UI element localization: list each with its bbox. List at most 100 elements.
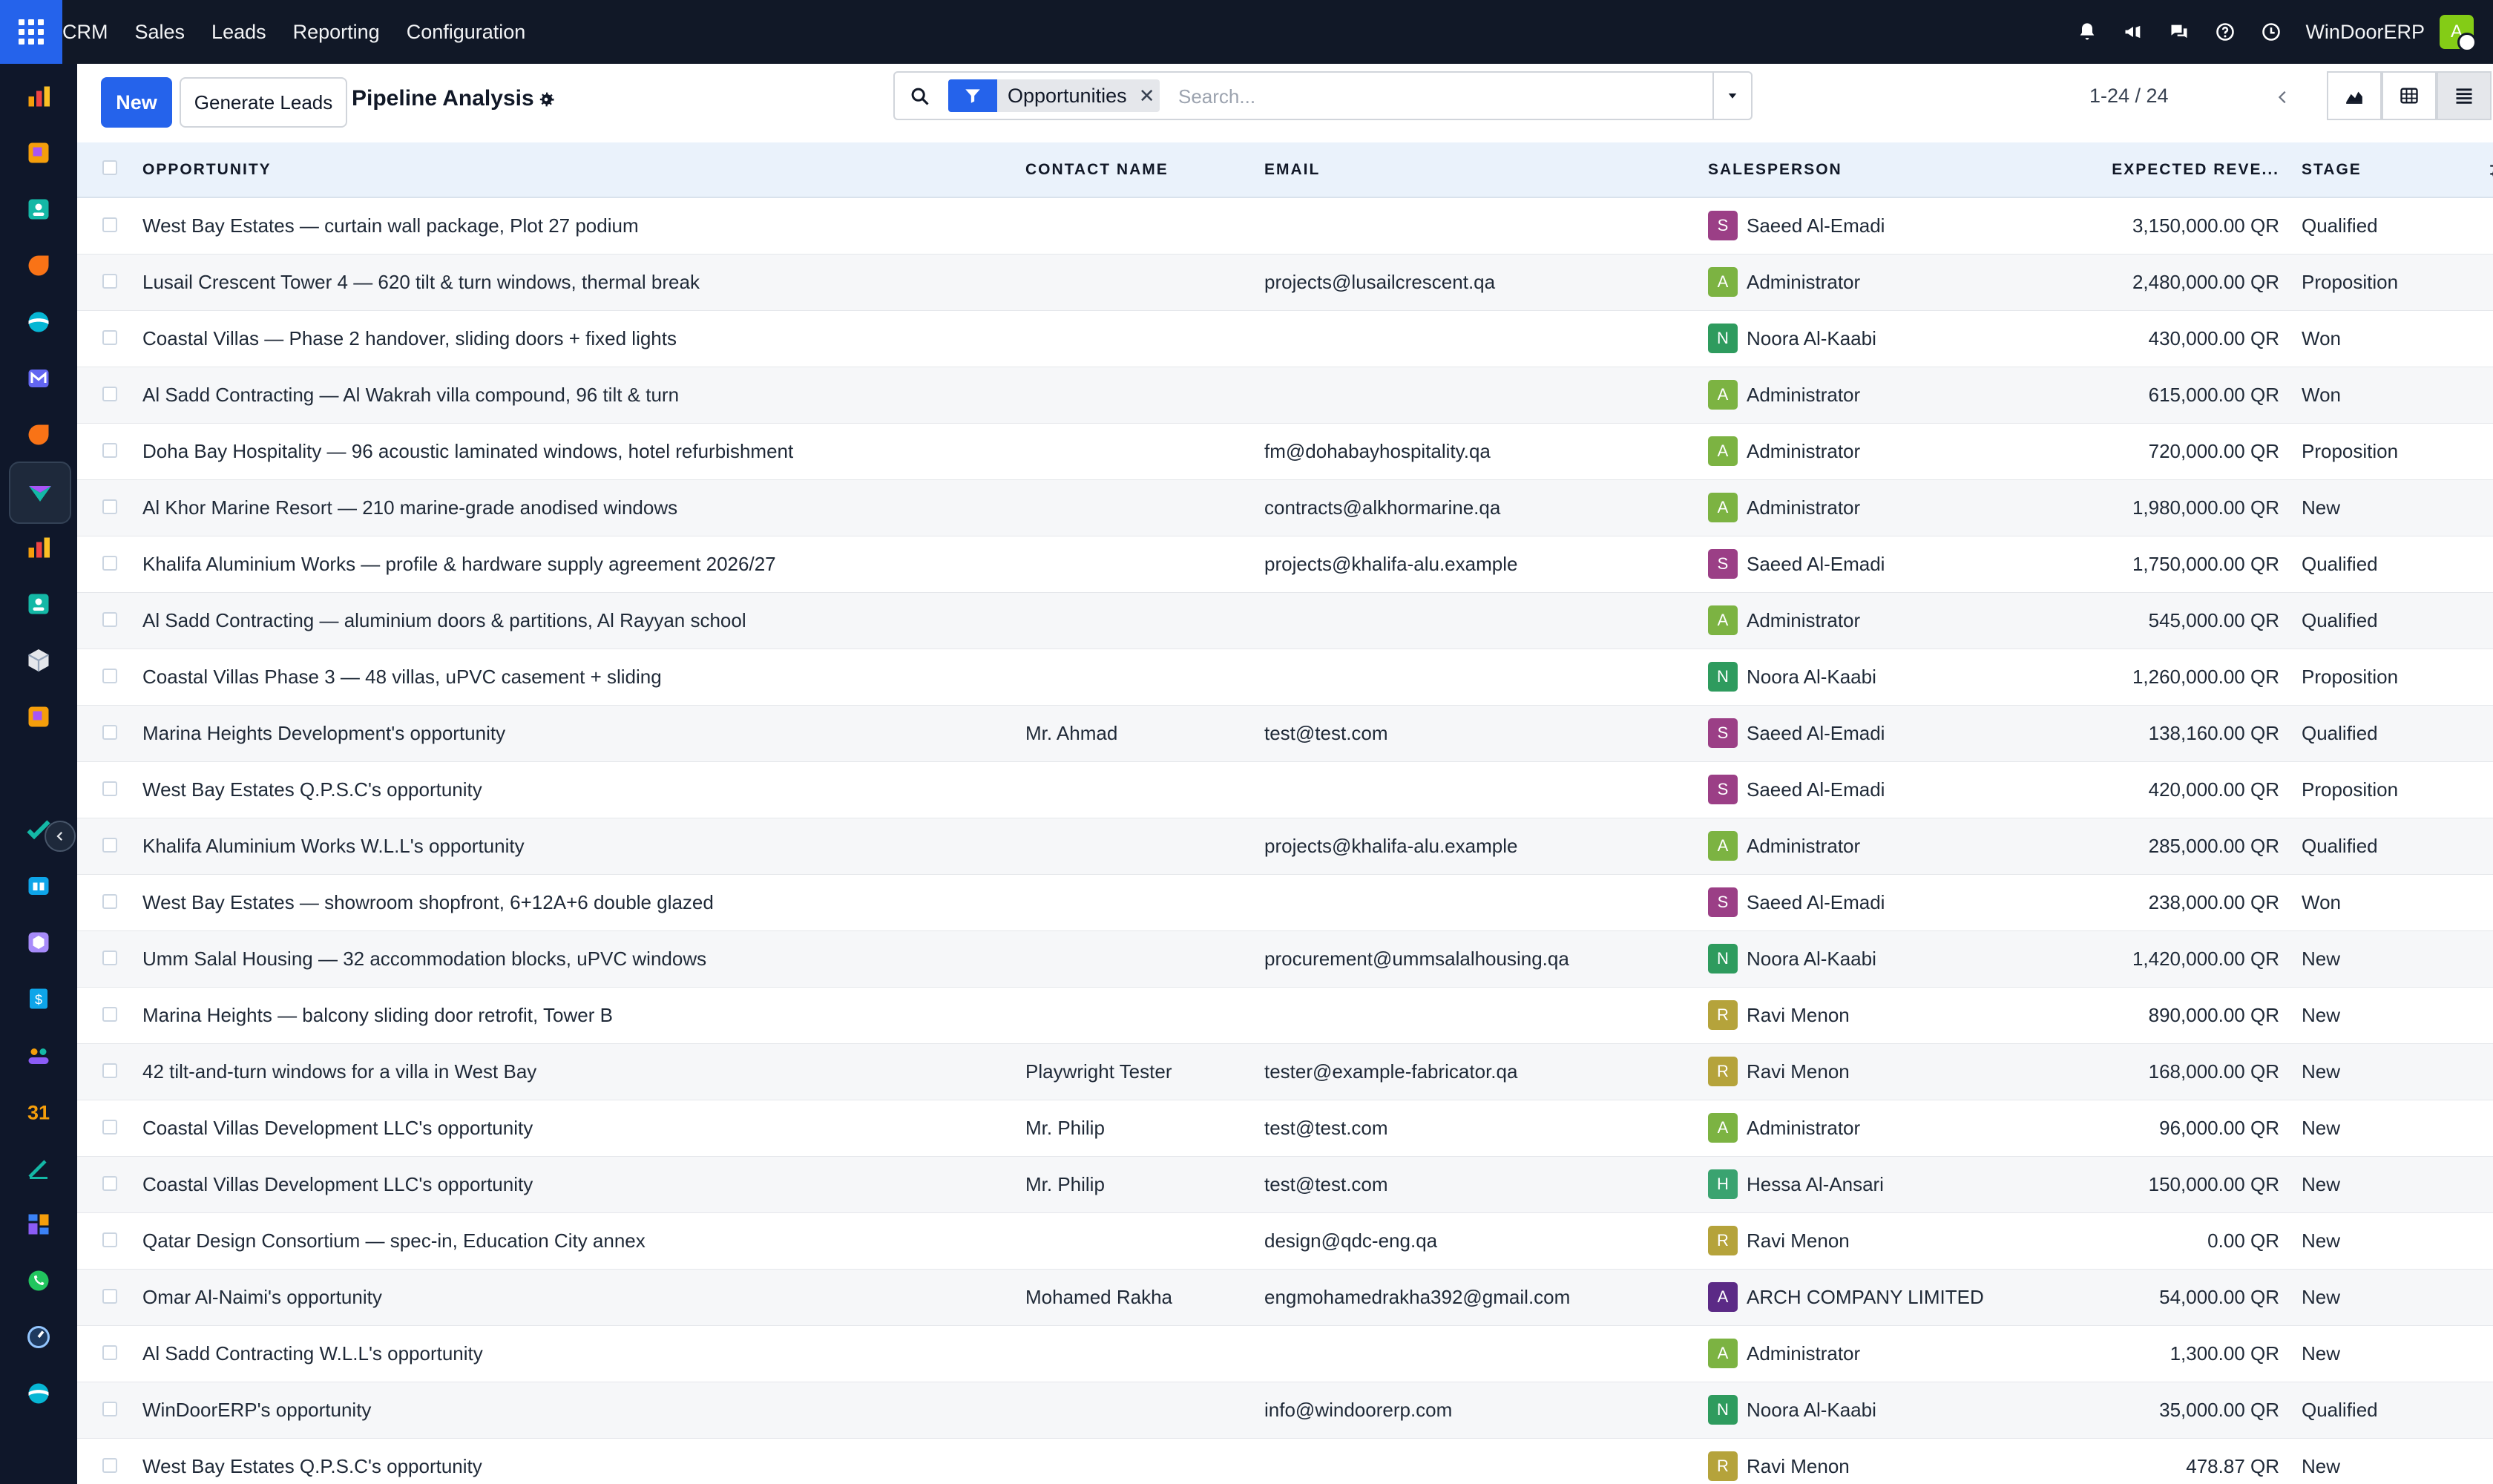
opportunity-cell[interactable]: Khalifa Aluminium Works W.L.L's opportun… [142, 818, 1025, 874]
row-checkbox[interactable] [102, 837, 117, 853]
email-cell[interactable]: test@test.com [1264, 705, 1708, 761]
contacts-app-icon[interactable] [22, 588, 55, 620]
stage-cell[interactable]: New [2302, 479, 2480, 536]
select-all-checkbox[interactable] [102, 160, 117, 175]
salesperson-cell[interactable]: S Saeed Al-Emadi [1708, 536, 2064, 592]
email-cell[interactable]: engmohamedrakha392@gmail.com [1264, 1269, 1708, 1325]
row-checkbox[interactable] [102, 1175, 117, 1191]
search-options-toggle[interactable] [1712, 73, 1751, 119]
email-cell[interactable]: projects@khalifa-alu.example [1264, 536, 1708, 592]
contact-name-cell[interactable] [1025, 592, 1264, 649]
salesperson-cell[interactable]: S Saeed Al-Emadi [1708, 874, 2064, 930]
table-row[interactable]: Coastal Villas Development LLC's opportu… [77, 1156, 2493, 1212]
expected-revenue-cell[interactable]: 285,000.00 QR [2064, 818, 2302, 874]
email-cell[interactable] [1264, 987, 1708, 1043]
user-avatar[interactable]: A [2440, 15, 2477, 52]
salesperson-cell[interactable]: R Ravi Menon [1708, 1043, 2064, 1100]
pager-value[interactable]: 1-24 / 24 [2089, 85, 2169, 108]
stage-cell[interactable]: New [2302, 1438, 2480, 1484]
expected-revenue-cell[interactable]: 720,000.00 QR [2064, 423, 2302, 479]
website-app-icon[interactable] [22, 306, 55, 338]
table-row[interactable]: Marina Heights — balcony sliding door re… [77, 987, 2493, 1043]
employees-app-icon[interactable] [22, 1039, 55, 1071]
expected-revenue-cell[interactable]: 430,000.00 QR [2064, 310, 2302, 367]
salesperson-cell[interactable]: A Administrator [1708, 367, 2064, 423]
column-header-expected-revenue[interactable]: EXPECTED REVE... [2064, 142, 2302, 197]
column-header-contact[interactable]: CONTACT NAME [1025, 142, 1264, 197]
salesperson-cell[interactable]: N Noora Al-Kaabi [1708, 310, 2064, 367]
row-checkbox[interactable] [102, 1288, 117, 1304]
email-cell[interactable]: tester@example-fabricator.qa [1264, 1043, 1708, 1100]
expected-revenue-cell[interactable]: 3,150,000.00 QR [2064, 197, 2302, 254]
stage-cell[interactable]: Qualified [2302, 197, 2480, 254]
expected-revenue-cell[interactable]: 54,000.00 QR [2064, 1269, 2302, 1325]
email-marketing-app-icon[interactable] [22, 362, 55, 395]
row-checkbox[interactable] [102, 611, 117, 627]
salesperson-cell[interactable]: S Saeed Al-Emadi [1708, 761, 2064, 818]
contact-name-cell[interactable] [1025, 649, 1264, 705]
table-row[interactable]: Qatar Design Consortium — spec-in, Educa… [77, 1212, 2493, 1269]
expected-revenue-cell[interactable]: 138,160.00 QR [2064, 705, 2302, 761]
email-cell[interactable]: test@test.com [1264, 1100, 1708, 1156]
row-checkbox[interactable] [102, 1345, 117, 1360]
barcode-app-icon[interactable] [22, 926, 55, 959]
stage-cell[interactable]: Won [2302, 367, 2480, 423]
expected-revenue-cell[interactable]: 420,000.00 QR [2064, 761, 2302, 818]
stage-cell[interactable]: Proposition [2302, 761, 2480, 818]
email-cell[interactable] [1264, 592, 1708, 649]
opportunity-cell[interactable]: Qatar Design Consortium — spec-in, Educa… [142, 1212, 1025, 1269]
row-checkbox[interactable] [102, 1006, 117, 1022]
stage-cell[interactable]: New [2302, 1325, 2480, 1382]
salesperson-cell[interactable]: S Saeed Al-Emadi [1708, 197, 2064, 254]
contact-name-cell[interactable] [1025, 1438, 1264, 1484]
email-cell[interactable] [1264, 197, 1708, 254]
table-row[interactable]: Omar Al-Naimi's opportunity Mohamed Rakha… [77, 1269, 2493, 1325]
opportunity-cell[interactable]: Al Khor Marine Resort — 210 marine-grade… [142, 479, 1025, 536]
salesperson-cell[interactable]: S Saeed Al-Emadi [1708, 705, 2064, 761]
salesperson-cell[interactable]: N Noora Al-Kaabi [1708, 649, 2064, 705]
app-menu-button[interactable] [0, 0, 62, 64]
calendar-app-icon[interactable]: 31 [22, 1095, 55, 1128]
search-icon[interactable] [905, 82, 935, 111]
salesperson-cell[interactable]: H Hessa Al-Ansari [1708, 1156, 2064, 1212]
opportunity-cell[interactable]: WinDoorERP's opportunity [142, 1382, 1025, 1438]
row-checkbox[interactable] [102, 555, 117, 571]
contact-name-cell[interactable] [1025, 310, 1264, 367]
stage-cell[interactable]: Qualified [2302, 592, 2480, 649]
email-cell[interactable]: fm@dohabayhospitality.qa [1264, 423, 1708, 479]
stage-cell[interactable]: Qualified [2302, 536, 2480, 592]
close-icon[interactable]: ✕ [1134, 79, 1160, 112]
menu-reporting[interactable]: Reporting [293, 21, 380, 44]
salesperson-cell[interactable]: A Administrator [1708, 423, 2064, 479]
contact-name-cell[interactable] [1025, 197, 1264, 254]
clock-icon[interactable] [2256, 17, 2286, 47]
stage-cell[interactable]: New [2302, 1100, 2480, 1156]
list-view-button[interactable] [2437, 71, 2492, 120]
expected-revenue-cell[interactable]: 150,000.00 QR [2064, 1156, 2302, 1212]
opportunity-cell[interactable]: Coastal Villas Development LLC's opportu… [142, 1156, 1025, 1212]
table-row[interactable]: Coastal Villas Phase 3 — 48 villas, uPVC… [77, 649, 2493, 705]
opportunity-cell[interactable]: Coastal Villas — Phase 2 handover, slidi… [142, 310, 1025, 367]
opportunity-cell[interactable]: Khalifa Aluminium Works — profile & hard… [142, 536, 1025, 592]
salesperson-cell[interactable]: N Noora Al-Kaabi [1708, 1382, 2064, 1438]
pivot-view-button[interactable] [2382, 71, 2437, 120]
contact-name-cell[interactable]: Playwright Tester [1025, 1043, 1264, 1100]
settings-app-icon[interactable] [22, 1377, 55, 1410]
new-button[interactable]: New [101, 77, 172, 128]
opportunity-cell[interactable]: Al Sadd Contracting W.L.L's opportunity [142, 1325, 1025, 1382]
email-cell[interactable] [1264, 874, 1708, 930]
opportunity-cell[interactable]: Umm Salal Housing — 32 accommodation blo… [142, 930, 1025, 987]
stage-cell[interactable]: New [2302, 1269, 2480, 1325]
contact-name-cell[interactable] [1025, 536, 1264, 592]
table-row[interactable]: 42 tilt-and-turn windows for a villa in … [77, 1043, 2493, 1100]
email-cell[interactable]: procurement@ummsalalhousing.qa [1264, 930, 1708, 987]
table-row[interactable]: Al Khor Marine Resort — 210 marine-grade… [77, 479, 2493, 536]
table-row[interactable]: West Bay Estates — curtain wall package,… [77, 197, 2493, 254]
contact-name-cell[interactable]: Mr. Philip [1025, 1156, 1264, 1212]
email-cell[interactable] [1264, 761, 1708, 818]
table-row[interactable]: Marina Heights Development's opportunity… [77, 705, 2493, 761]
salesperson-cell[interactable]: N Noora Al-Kaabi [1708, 930, 2064, 987]
column-header-salesperson[interactable]: SALESPERSON [1708, 142, 2064, 197]
stage-cell[interactable]: New [2302, 987, 2480, 1043]
expected-revenue-cell[interactable]: 238,000.00 QR [2064, 874, 2302, 930]
